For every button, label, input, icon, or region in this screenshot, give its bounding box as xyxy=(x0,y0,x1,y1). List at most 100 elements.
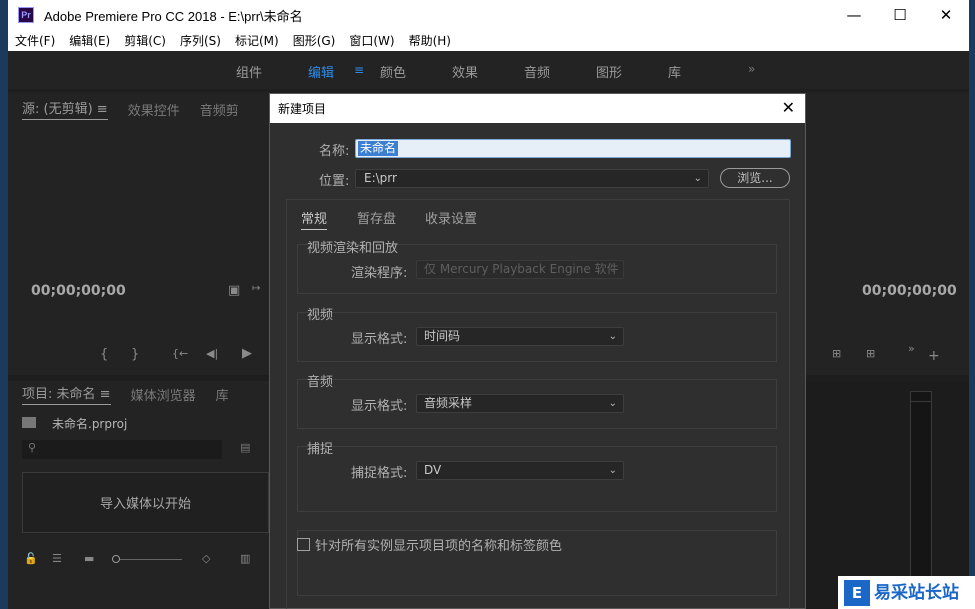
watermark-logo: E xyxy=(844,579,870,606)
mark-in-icon[interactable]: { xyxy=(100,347,108,362)
renderer-value: 仅 Mercury Playback Engine 软件 xyxy=(424,262,619,276)
capture-format-select[interactable]: DV ⌄ xyxy=(416,461,624,480)
list-view-icon[interactable]: ☰ xyxy=(52,552,62,565)
workspaces-bar: 组件 编辑 ≡ 颜色 效果 音频 图形 库 » xyxy=(8,51,969,89)
import-drop-zone[interactable]: 导入媒体以开始 xyxy=(22,472,269,533)
automate-icon[interactable]: ▥ xyxy=(240,552,250,565)
audio-group-title: 音频 xyxy=(307,375,334,390)
menu-markers[interactable]: 标记(M) xyxy=(228,32,286,49)
video-format-value: 时间码 xyxy=(424,329,461,343)
chevron-down-icon: ⌄ xyxy=(608,398,617,409)
new-bin-icon[interactable]: ▤ xyxy=(240,441,250,454)
project-name-input[interactable]: 未命名 xyxy=(355,139,791,158)
name-label: 名称: xyxy=(319,144,350,159)
workspace-tab-editing[interactable]: 编辑 xyxy=(308,62,334,81)
more-controls-icon[interactable]: » xyxy=(908,342,915,355)
workspace-menu-icon[interactable]: ≡ xyxy=(354,63,364,77)
zoom-slider-handle[interactable] xyxy=(112,555,120,563)
source-panel-tabs: 源: (无剪辑) ≡ 效果控件 音频剪 xyxy=(22,96,259,122)
add-button-icon[interactable]: + xyxy=(928,348,940,364)
play-icon[interactable]: ▶ xyxy=(242,346,252,361)
location-select[interactable]: E:\prr ⌄ xyxy=(355,169,709,188)
show-names-checkbox-row[interactable]: 针对所有实例显示项目项的名称和标签颜色 xyxy=(297,535,562,554)
sort-icon[interactable]: ◇ xyxy=(202,552,210,565)
project-file-name: 未命名.prproj xyxy=(52,417,128,431)
search-icon: ⚲ xyxy=(28,441,37,454)
insert-overlay-icon[interactable]: ↦ xyxy=(252,283,260,294)
close-window-button[interactable]: ✕ xyxy=(923,0,969,30)
lift-icon[interactable]: ⊞ xyxy=(832,347,841,360)
window-title: Adobe Premiere Pro CC 2018 - E:\prr\未命名 xyxy=(44,8,303,24)
program-monitor-panel: 00;00;00;00 ⊞ ⊞ » + xyxy=(806,92,969,375)
menu-window[interactable]: 窗口(W) xyxy=(342,32,401,49)
premiere-app-icon: Pr xyxy=(18,7,34,23)
render-group-title: 视频渲染和回放 xyxy=(307,241,399,256)
go-to-in-icon[interactable]: {← xyxy=(172,347,188,360)
dialog-title: 新建项目 xyxy=(278,102,327,116)
menu-sequence[interactable]: 序列(S) xyxy=(173,32,228,49)
maximize-button[interactable]: ☐ xyxy=(877,0,923,30)
settings-tab-container: 常规 暂存盘 收录设置 视频渲染和回放 渲染程序: 仅 Mercury Play… xyxy=(286,199,790,609)
desktop-left-edge xyxy=(0,0,8,609)
mark-out-icon[interactable]: } xyxy=(131,347,139,362)
renderer-select: 仅 Mercury Playback Engine 软件 ⌄ xyxy=(416,260,624,279)
workspace-tab-graphics[interactable]: 图形 xyxy=(596,62,622,81)
menu-bar: 文件(F) 编辑(E) 剪辑(C) 序列(S) 标记(M) 图形(G) 窗口(W… xyxy=(8,30,969,51)
lock-icon[interactable]: 🔓 xyxy=(24,552,38,565)
tab-media-browser[interactable]: 媒体浏览器 xyxy=(131,385,196,404)
browse-button[interactable]: 浏览... xyxy=(720,168,790,188)
video-format-label: 显示格式: xyxy=(351,332,408,347)
workspace-more-icon[interactable]: » xyxy=(748,62,755,76)
watermark-text: 易采站长站 xyxy=(874,582,959,603)
chevron-down-icon: ⌄ xyxy=(693,173,702,184)
workspace-tab-effects[interactable]: 效果 xyxy=(452,62,478,81)
menu-help[interactable]: 帮助(H) xyxy=(402,32,458,49)
dialog-close-icon[interactable]: ✕ xyxy=(782,98,795,117)
tab-effect-controls[interactable]: 效果控件 xyxy=(128,100,180,119)
capture-format-label: 捕捉格式: xyxy=(351,466,408,481)
extract-icon[interactable]: ⊞ xyxy=(866,347,875,360)
workspace-tab-assembly[interactable]: 组件 xyxy=(236,62,262,81)
workspace-tab-libraries[interactable]: 库 xyxy=(668,62,681,81)
settings-icon[interactable]: ▣ xyxy=(228,283,240,298)
tab-audio-clip-mixer[interactable]: 音频剪 xyxy=(200,100,239,119)
capture-format-value: DV xyxy=(424,463,442,477)
chevron-down-icon: ⌄ xyxy=(608,465,617,476)
menu-graphics[interactable]: 图形(G) xyxy=(286,32,343,49)
minimize-button[interactable]: — xyxy=(831,0,877,30)
project-panel: 项目: 未命名 ≡ 媒体浏览器 库 未命名.prproj ⚲ ▤ 导入媒体以开始… xyxy=(8,381,269,609)
audio-format-label: 显示格式: xyxy=(351,399,408,414)
zoom-slider[interactable] xyxy=(112,555,182,563)
menu-clip[interactable]: 剪辑(C) xyxy=(117,32,173,49)
source-menu-icon[interactable]: ≡ xyxy=(97,102,108,117)
project-name-value: 未命名 xyxy=(358,141,399,156)
tab-scratch-disks[interactable]: 暂存盘 xyxy=(357,208,396,227)
menu-edit[interactable]: 编辑(E) xyxy=(62,32,117,49)
capture-group-title: 捕捉 xyxy=(307,442,334,457)
project-search-input[interactable]: ⚲ xyxy=(22,440,222,459)
tab-ingest-settings[interactable]: 收录设置 xyxy=(425,208,477,227)
import-hint: 导入媒体以开始 xyxy=(99,497,191,512)
location-value: E:\prr xyxy=(364,171,397,185)
source-timecode[interactable]: 00;00;00;00 xyxy=(31,283,126,299)
tab-source[interactable]: 源: (无剪辑) ≡ xyxy=(22,98,108,120)
show-names-checkbox[interactable] xyxy=(297,538,310,551)
workspace-tab-audio[interactable]: 音频 xyxy=(524,62,550,81)
title-bar: Pr Adobe Premiere Pro CC 2018 - E:\prr\未… xyxy=(8,0,969,30)
location-label: 位置: xyxy=(319,174,350,189)
tab-project[interactable]: 项目: 未命名 ≡ xyxy=(22,383,111,405)
desktop-right-edge xyxy=(969,0,975,609)
site-watermark: E 易采站长站 xyxy=(838,576,975,609)
menu-file[interactable]: 文件(F) xyxy=(8,32,62,49)
tab-libraries[interactable]: 库 xyxy=(216,385,229,404)
program-timecode[interactable]: 00;00;00;00 xyxy=(862,283,957,299)
project-menu-icon[interactable]: ≡ xyxy=(100,387,111,402)
step-back-icon[interactable]: ◀| xyxy=(206,347,218,360)
tab-general[interactable]: 常规 xyxy=(301,208,328,230)
icon-view-icon[interactable]: ▬ xyxy=(84,552,94,565)
workspace-tab-color[interactable]: 颜色 xyxy=(380,62,406,81)
source-monitor-panel: 源: (无剪辑) ≡ 效果控件 音频剪 00;00;00;00 ▣ ↦ { } … xyxy=(8,92,269,375)
video-group-title: 视频 xyxy=(307,308,334,323)
video-format-select[interactable]: 时间码 ⌄ xyxy=(416,327,624,346)
audio-format-select[interactable]: 音频采样 ⌄ xyxy=(416,394,624,413)
